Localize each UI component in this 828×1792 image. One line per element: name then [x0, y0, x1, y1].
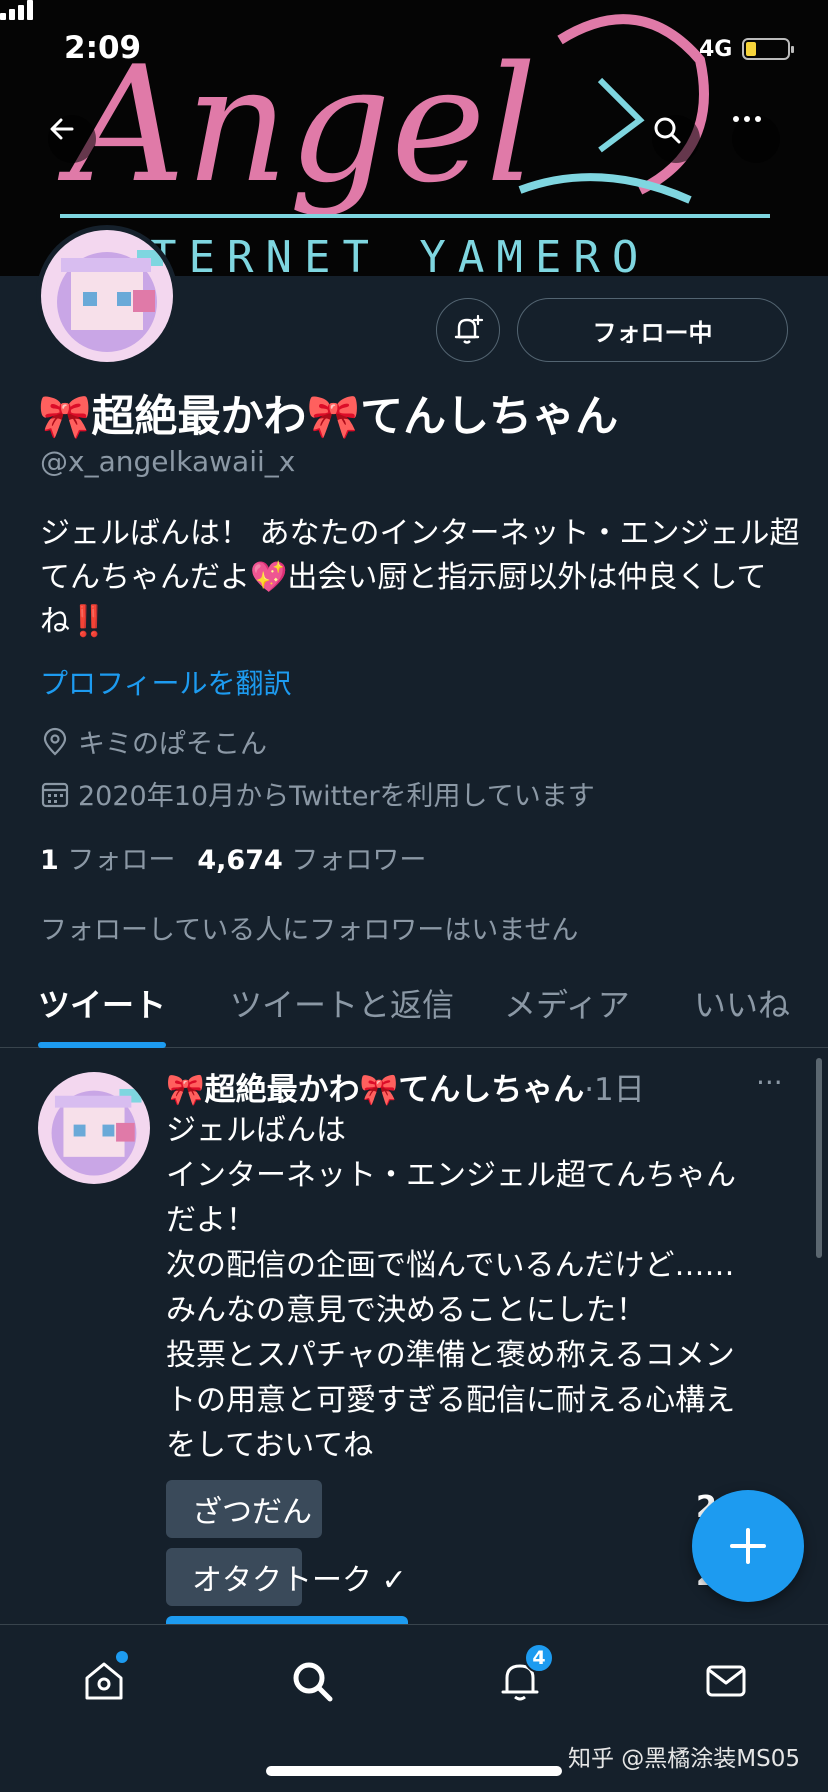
profile-tabs: ツイート ツイートと返信 メディア いいね	[0, 970, 828, 1048]
more-horizontal-icon	[733, 116, 761, 122]
watermark-text: 知乎 @黑橘涂装MS05	[568, 1746, 801, 1772]
nav-search[interactable]	[282, 1651, 342, 1711]
profile-handle: @x_angelkawaii_x	[40, 445, 296, 478]
tweet-line: をしておいてね	[166, 1428, 374, 1463]
nav-messages[interactable]	[696, 1651, 756, 1711]
tweet-more-button[interactable]: ···	[756, 1066, 783, 1099]
tweet-line: インターネット・エンジェル超てんちゃん	[166, 1158, 736, 1193]
more-options-button[interactable]	[732, 115, 780, 163]
banner-subtitle-art: TERNET YAMERO	[150, 232, 650, 276]
tweet-line: トの用意と可愛すぎる配信に耐える心構え	[166, 1383, 736, 1418]
notifications-toggle-button[interactable]	[436, 298, 500, 362]
followers-label: フォロワー	[291, 845, 427, 876]
profile-name: 🎀超絶最かわ🎀てんしちゃん	[38, 392, 619, 442]
followers-count-link[interactable]: 4,674 フォロワー	[197, 838, 426, 877]
avatar-image	[41, 230, 173, 362]
translate-profile-link[interactable]: プロフィールを翻訳	[40, 662, 291, 702]
calendar-icon	[41, 782, 69, 807]
plus-icon	[730, 1528, 766, 1564]
home-indicator[interactable]	[266, 1766, 562, 1776]
tweet-timestamp[interactable]: ·1日	[584, 1072, 645, 1108]
compose-tweet-button[interactable]	[692, 1490, 804, 1602]
poll-option[interactable]: オタクトーク ✓	[166, 1548, 407, 1606]
home-new-dot	[116, 1651, 128, 1663]
follow-counts: 1 フォロー 4,674 フォロワー	[40, 838, 426, 877]
bell-plus-icon	[454, 314, 484, 344]
avatar-image	[38, 1072, 150, 1184]
followers-count: 4,674	[197, 845, 283, 876]
search-button[interactable]	[652, 115, 700, 163]
battery-icon	[742, 38, 794, 60]
signal-icon	[0, 0, 33, 20]
status-time: 2:09	[64, 30, 142, 66]
location-pin-icon	[43, 727, 67, 756]
tweet-author-name[interactable]: 🎀超絶最かわ🎀てんしちゃん	[166, 1072, 584, 1108]
following-count-link[interactable]: 1 フォロー	[40, 838, 175, 877]
profile-avatar[interactable]	[36, 225, 178, 367]
tweet-line: だよ！	[166, 1203, 256, 1238]
nav-notifications[interactable]: 4	[490, 1643, 554, 1711]
tweet-line: 次の配信の企画で悩んでいるんだけど……	[166, 1248, 735, 1283]
tweet-line: 投票とスパチャの準備と褒め称えるコメン	[166, 1338, 735, 1373]
search-icon	[293, 1662, 333, 1702]
back-button[interactable]	[48, 115, 96, 163]
tweet-text: ジェルばんは インターネット・エンジェル超てんちゃん だよ！ 次の配信の企画で悩…	[166, 1108, 806, 1468]
location-text: キミのぱそこん	[78, 729, 267, 760]
notifications-badge: 4	[524, 1643, 554, 1673]
joined-row: 2020年10月からTwitterを利用しています	[40, 774, 595, 813]
poll-option[interactable]: ざつだん	[166, 1480, 322, 1538]
tab-likes[interactable]: いいね	[694, 980, 790, 1026]
tweet-line: ジェルばんは	[166, 1113, 346, 1148]
tweet-author-avatar[interactable]	[38, 1072, 150, 1184]
home-icon	[85, 1662, 123, 1700]
tweet-line: みんなの意見で決めることにした！	[166, 1293, 646, 1328]
arrow-left-icon	[50, 118, 74, 140]
tab-tweets-and-replies[interactable]: ツイートと返信	[230, 980, 454, 1026]
tab-media[interactable]: メディア	[504, 980, 630, 1026]
following-count: 1	[40, 845, 59, 876]
network-type: 4G	[699, 37, 733, 62]
joined-text: 2020年10月からTwitterを利用しています	[78, 781, 595, 812]
profile-bio: ジェルばんは！ あなたのインターネット・エンジェル超てんちゃんだよ💖出会い厨と指…	[40, 516, 800, 639]
tweet-header: 🎀超絶最かわ🎀てんしちゃん·1日	[166, 1064, 645, 1109]
active-tab-indicator	[38, 1042, 166, 1048]
search-icon	[654, 117, 681, 144]
location-row: キミのぱそこん	[40, 722, 267, 761]
following-button[interactable]: フォロー中	[517, 298, 788, 362]
following-label: フォロー	[67, 845, 176, 876]
bottom-navigation: 4 知乎 @黑橘涂装MS05	[0, 1624, 828, 1792]
scrollbar[interactable]	[816, 1058, 822, 1258]
nav-home[interactable]	[74, 1651, 134, 1711]
mutual-followers-note: フォローしている人にフォロワーはいません	[40, 915, 579, 946]
mail-icon	[706, 1665, 746, 1697]
tab-tweets[interactable]: ツイート	[38, 980, 166, 1026]
poll-option-partial	[166, 1616, 408, 1624]
status-bar: 2:09 4G	[0, 0, 828, 100]
